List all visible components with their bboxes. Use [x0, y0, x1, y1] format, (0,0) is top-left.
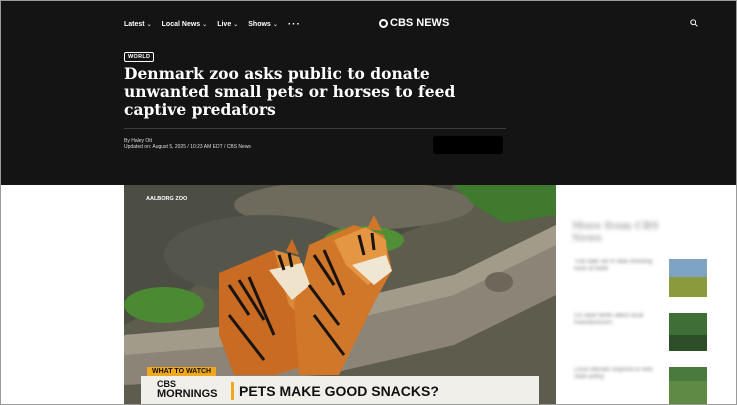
accent-divider: [231, 382, 234, 400]
story-thumbnail: [669, 259, 707, 297]
updated-line: Updated on: August 5, 2025 / 10:23 AM ED…: [124, 144, 251, 150]
sidebar-story[interactable]: US steel tariffs affect local manufactur…: [572, 313, 712, 353]
category-badge[interactable]: WORLD: [124, 52, 155, 62]
nav-label: Live: [217, 20, 232, 28]
story-title: US steel tariffs affect local manufactur…: [574, 313, 644, 326]
segment-tease: PETS MAKE GOOD SNACKS?: [239, 383, 439, 399]
video-lower-third[interactable]: WHAT TO WATCH CBS MORNINGS PETS MAKE GOO…: [124, 367, 556, 404]
logo-text: CBS NEWS: [390, 17, 450, 29]
sidebar: More from CBS News Trial date set in fat…: [572, 221, 712, 404]
nav-label: Local News: [161, 20, 201, 28]
story-title: Trial date set in fatal shooting case at…: [574, 259, 653, 272]
byline: By Haley Ott Updated on: August 5, 2025 …: [124, 138, 251, 150]
main-nav: Latest ⌄ Local News ⌄ Live ⌄ Shows ⌄ ···: [124, 18, 301, 30]
nav-live[interactable]: Live ⌄: [217, 18, 238, 30]
story-thumbnail: [669, 367, 707, 404]
lead-image[interactable]: AALBORG ZOO WHAT TO WATCH CBS MORNINGS P…: [124, 185, 556, 404]
nav-label: Latest: [124, 20, 145, 28]
nav-latest[interactable]: Latest ⌄: [124, 18, 152, 30]
divider: [124, 128, 506, 129]
nav-shows[interactable]: Shows ⌄: [248, 18, 278, 30]
sidebar-story[interactable]: Local officials respond to new state pol…: [572, 367, 712, 404]
blurred-region: [433, 136, 503, 154]
sidebar-story[interactable]: Trial date set in fatal shooting case at…: [572, 259, 712, 299]
cbs-eye-icon: [379, 18, 388, 28]
chevron-down-icon: ⌄: [202, 21, 208, 28]
site-header: Latest ⌄ Local News ⌄ Live ⌄ Shows ⌄ ···…: [1, 1, 736, 185]
story-thumbnail: [669, 313, 707, 351]
story-title: Local officials respond to new state pol…: [574, 367, 653, 380]
browser-frame: Latest ⌄ Local News ⌄ Live ⌄ Shows ⌄ ···…: [0, 0, 737, 405]
lower-third-bar: CBS MORNINGS PETS MAKE GOOD SNACKS?: [141, 376, 539, 404]
search-icon[interactable]: [690, 19, 698, 27]
what-to-watch-tag: WHAT TO WATCH: [147, 367, 217, 376]
more-icon[interactable]: ···: [288, 18, 301, 30]
show-line-2: MORNINGS: [157, 388, 218, 400]
nav-label: Shows: [248, 20, 271, 28]
nav-local-news[interactable]: Local News ⌄: [162, 18, 208, 30]
chevron-down-icon: ⌄: [233, 21, 239, 28]
cbs-news-logo[interactable]: CBS NEWS: [379, 17, 449, 29]
cbs-mornings-logo: CBS MORNINGS: [157, 379, 218, 400]
sidebar-title: More from CBS News: [572, 221, 659, 244]
chevron-down-icon: ⌄: [272, 21, 278, 28]
article-headline: Denmark zoo asks public to donate unwant…: [124, 64, 456, 119]
chevron-down-icon: ⌄: [146, 21, 152, 28]
photo-credit: AALBORG ZOO: [146, 196, 188, 202]
